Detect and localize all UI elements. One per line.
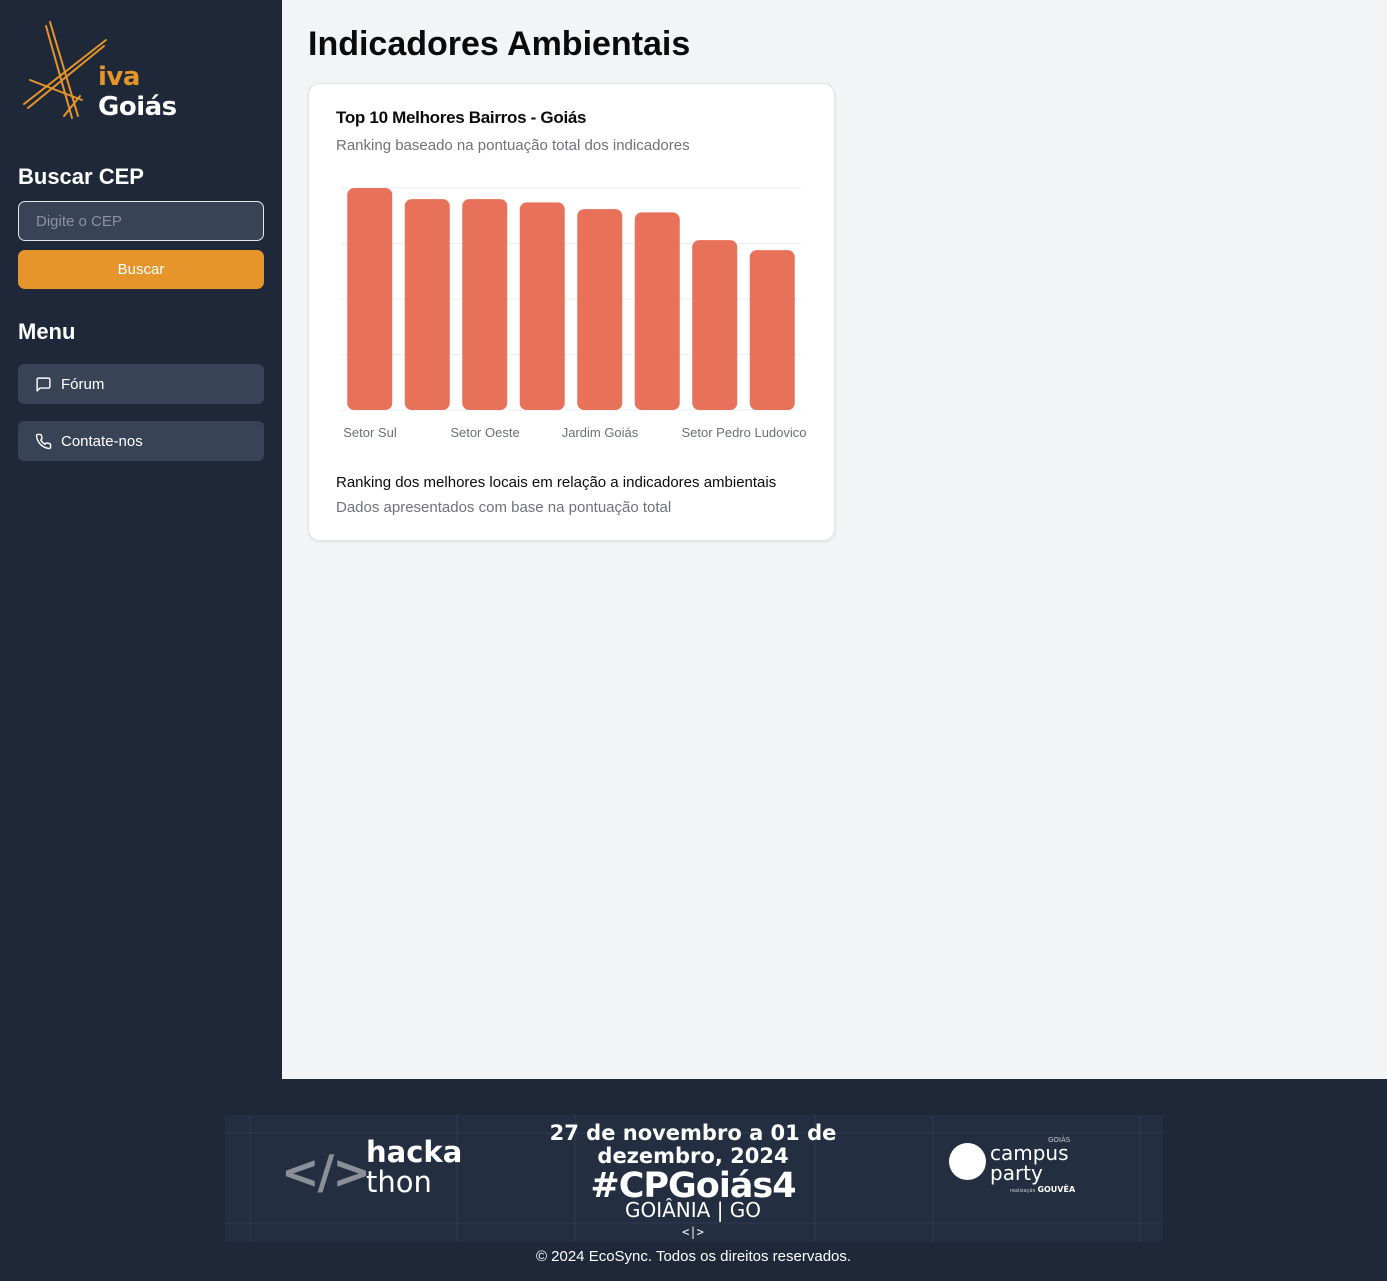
hackathon-line2: thon <box>366 1165 432 1199</box>
chart-bar[interactable] <box>519 202 565 410</box>
viva-goias-logo[interactable]: iva Goiás <box>20 20 220 122</box>
hackathon-line1: hacka <box>366 1135 463 1169</box>
x-tick-label: Jardim Goiás <box>562 425 639 440</box>
chart-bar[interactable] <box>347 188 393 410</box>
menu-item-contact[interactable]: Contate-nos <box>18 421 264 461</box>
logo-wordmark: iva Goiás <box>98 62 220 122</box>
chart-bar[interactable] <box>577 209 623 410</box>
event-date-line2: dezembro, 2024 <box>597 1144 789 1168</box>
ranking-bar-chart: Setor Sul Setor Oeste Jardim Goiás Setor Pe… <box>341 187 807 440</box>
ranking-card: Top 10 Melhores Bairros - Goiás Ranking … <box>308 83 835 541</box>
event-date-line1: 27 de novembro a 01 de <box>549 1121 837 1145</box>
menu-item-label: Fórum <box>61 375 105 393</box>
chart-bar[interactable] <box>692 240 738 410</box>
message-square-icon <box>36 376 51 392</box>
sponsor-prefix: realização <box>1010 1188 1036 1194</box>
x-tick-label: Setor Sul <box>343 425 397 440</box>
campus-party-wordmark: campus party <box>990 1143 1069 1183</box>
campus-party-line2: party <box>990 1161 1043 1185</box>
x-tick-label: Setor Oeste <box>450 425 519 440</box>
card-footer-text: Ranking dos melhores locais em relação a… <box>336 474 777 491</box>
menu-heading: Menu <box>18 319 76 344</box>
logo-text-main: Goiás <box>98 92 177 122</box>
chart-bar[interactable] <box>634 212 680 410</box>
chart-bar[interactable] <box>749 250 795 410</box>
event-city: GOIÂNIA | GO <box>624 1198 762 1222</box>
chart-bar[interactable] <box>404 199 450 410</box>
event-date: 27 de novembro a 01 de dezembro, 2024 <box>535 1122 851 1168</box>
campus-party-line1: campus <box>990 1141 1069 1165</box>
logo-text-accent: iva <box>98 62 140 92</box>
search-cep-heading: Buscar CEP <box>18 164 144 189</box>
sidebar: iva Goiás Buscar CEP Buscar Menu Fórum C… <box>0 0 282 1079</box>
hackathon-wordmark: hacka thon <box>366 1137 462 1197</box>
hackathon-banner: </> hacka thon 27 de novembro a 01 de de… <box>225 1115 1163 1242</box>
page-title: Indicadores Ambientais <box>308 25 691 63</box>
campus-party-sponsor: realização GOUVÊA <box>1010 1185 1075 1194</box>
sponsor-name: GOUVÊA <box>1037 1185 1076 1194</box>
chart-bar[interactable] <box>462 199 508 410</box>
x-tick-label: Setor Pedro Ludovico <box>681 425 806 440</box>
code-brackets-icon: </> <box>281 1145 371 1199</box>
phone-icon <box>35 433 52 449</box>
cep-input[interactable] <box>18 201 264 241</box>
code-mark-icon: <|> <box>682 1225 704 1239</box>
copyright-text: © 2024 EcoSync. Todos os direitos reserv… <box>535 1248 852 1265</box>
card-footer-subtext: Dados apresentados com base na pontuação… <box>336 499 672 516</box>
main-content: Indicadores Ambientais Top 10 Melhores B… <box>282 0 1387 1079</box>
search-button[interactable]: Buscar <box>18 250 264 289</box>
menu-item-label: Contate-nos <box>61 432 143 450</box>
card-title: Top 10 Melhores Bairros - Goiás <box>336 108 587 127</box>
card-subtitle: Ranking baseado na pontuação total dos i… <box>336 137 690 154</box>
menu-item-forum[interactable]: Fórum <box>18 364 264 404</box>
campus-party-dot-icon <box>949 1143 986 1180</box>
